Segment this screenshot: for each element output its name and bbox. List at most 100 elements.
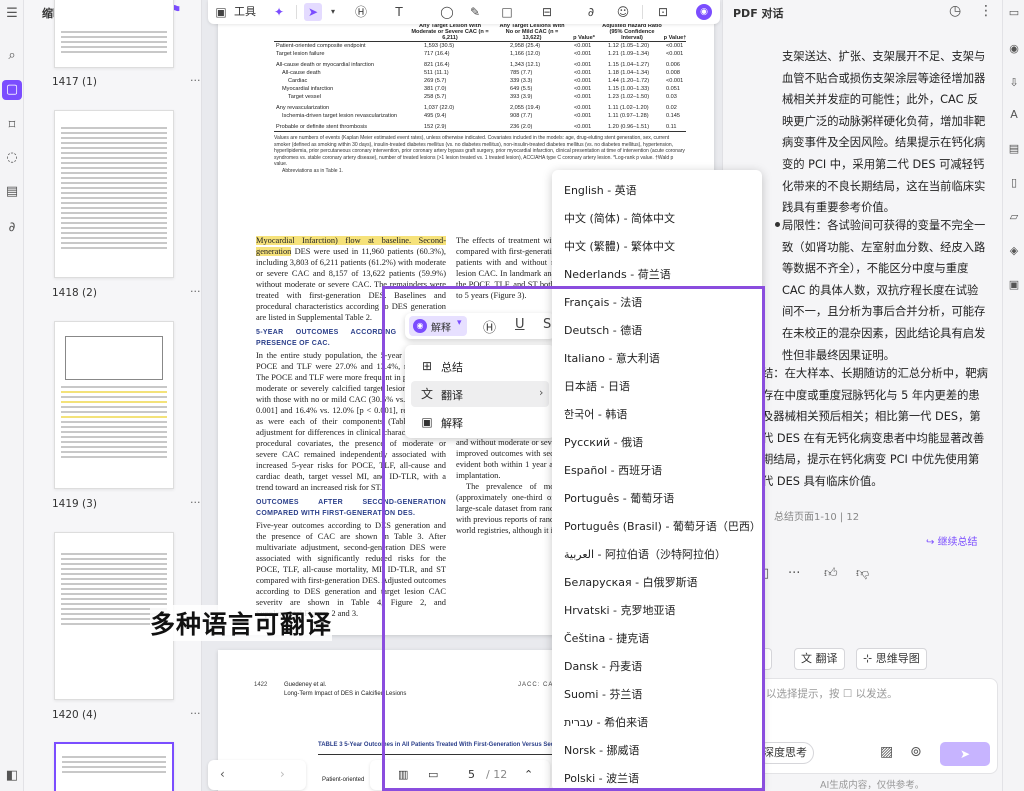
attach-icon[interactable]: ∂ (582, 3, 600, 21)
language-option[interactable]: العربية - 阿拉伯语（沙特阿拉伯） (564, 541, 726, 569)
conclusion-line: 结：在大样本、长期随访的汇总分析中，靶病 (762, 367, 988, 380)
language-option[interactable]: עברית - 希伯来语 (564, 709, 648, 737)
translate-action-button[interactable]: 文 翻译 (794, 648, 845, 670)
language-option[interactable]: Беларуская - 白俄罗斯语 (564, 569, 698, 597)
present-icon[interactable]: ▭ (428, 768, 438, 781)
shape-icon[interactable]: □ (498, 3, 516, 21)
thumbs-down-icon[interactable]: 👎︎ (856, 566, 869, 581)
text-tool-icon[interactable]: A (1007, 108, 1021, 122)
document-icon[interactable]: ▤ (1007, 142, 1021, 156)
protect-icon[interactable]: ◈ (1007, 244, 1021, 258)
menu-item-explain[interactable]: ▣ 解释 (411, 409, 549, 435)
sticker-icon[interactable]: ☺ (614, 3, 632, 21)
search-icon[interactable]: ⌕ (4, 48, 20, 64)
language-option[interactable]: Italiano - 意大利语 (564, 345, 660, 373)
send-button[interactable]: ➤ (940, 742, 990, 766)
page-number-input[interactable]: 5 (468, 768, 475, 781)
language-option[interactable]: 中文 (繁體) - 繁体中文 (564, 233, 675, 261)
more-icon[interactable]: ··· (190, 496, 201, 509)
thumbnail-page-5[interactable] (54, 742, 174, 791)
language-option[interactable]: Português (Brasil) - 葡萄牙语（巴西） (564, 513, 761, 541)
conclusion-line: 存在中度或重度冠脉钙化与 5 年内更差的患 (762, 388, 980, 402)
cell: 1.11 (1.02–1.20) (608, 105, 649, 111)
next-icon[interactable]: › (280, 767, 285, 781)
language-option[interactable]: Русский - 俄语 (564, 429, 643, 457)
more-icon[interactable]: ··· (190, 707, 201, 720)
comment-icon[interactable]: ◌ (4, 150, 20, 166)
menu-item-summary[interactable]: ⊞ 总结 (411, 353, 549, 379)
select-cursor-icon[interactable]: ➤ (304, 3, 322, 21)
button-label: 思维导图 (875, 652, 920, 665)
text-icon[interactable]: T (390, 3, 408, 21)
stamp-icon[interactable]: ⊡ (654, 3, 672, 21)
tools-icon[interactable]: ▣ (212, 3, 230, 21)
language-option[interactable]: Português - 葡萄牙语 (564, 485, 674, 513)
ai-icon[interactable]: ◉ (1007, 42, 1021, 56)
prev-icon[interactable]: ‹ (220, 767, 225, 781)
tools-label[interactable]: 工具 (234, 3, 256, 21)
chevron-down-icon[interactable]: ▾ (324, 3, 342, 21)
language-option[interactable]: Hrvatski - 克罗地亚语 (564, 597, 675, 625)
thumbnail-page-2[interactable] (54, 110, 174, 278)
chevron-up-icon[interactable]: ⌃ (524, 768, 533, 781)
language-option[interactable]: Polski - 波兰语 (564, 765, 639, 791)
menu-icon[interactable]: ☰ (4, 6, 20, 22)
measure-icon[interactable]: ⊟ (538, 3, 556, 21)
deep-think-button[interactable]: 深度思考 (756, 742, 814, 764)
view-icon[interactable]: ▥ (398, 768, 408, 781)
underline-icon[interactable]: U (515, 317, 525, 332)
export-icon[interactable]: ⇩ (1007, 76, 1021, 90)
thumbs-up-icon[interactable]: 👍︎ (824, 566, 838, 581)
language-dropdown: English - 英语 中文 (简体) - 简体中文 中文 (繁體) - 繁体中文… (552, 170, 762, 791)
button-label: 翻译 (815, 652, 838, 665)
strikethrough-icon[interactable]: S (543, 317, 551, 332)
sparkle-icon[interactable]: ✦ (270, 3, 288, 21)
language-option[interactable]: Suomi - 芬兰语 (564, 681, 642, 709)
panel-toggle-icon[interactable]: ▭ (1007, 6, 1021, 20)
menu-item-translate[interactable]: 文 翻译 › (411, 381, 549, 407)
more-icon[interactable]: ··· (788, 566, 800, 581)
more-icon[interactable]: ··· (190, 74, 201, 87)
layers-icon[interactable]: ◧ (4, 768, 20, 784)
language-option[interactable]: Norsk - 挪威语 (564, 737, 640, 765)
language-option[interactable]: Nederlands - 荷兰语 (564, 261, 671, 289)
history-icon[interactable]: ◷ (949, 3, 961, 19)
language-option[interactable]: 한국어 - 韩语 (564, 401, 627, 429)
table-footnote: Values are numbers of events (Kaplan Mei… (274, 131, 686, 174)
highlight-icon[interactable]: Ⓗ (483, 317, 496, 336)
col-header: p Value† (663, 35, 687, 41)
language-option[interactable]: Čeština - 捷克语 (564, 625, 649, 653)
highlight-icon[interactable]: Ⓗ (352, 3, 370, 21)
ai-explain-button[interactable]: ◉ 解释 ▾ (409, 316, 467, 336)
language-option[interactable]: Español - 西班牙语 (564, 457, 662, 485)
language-option[interactable]: Deutsch - 德语 (564, 317, 642, 345)
limitations-line: 局限性：各试验间可获得的变量不完全一 (782, 219, 986, 232)
language-option[interactable]: 中文 (简体) - 简体中文 (564, 205, 675, 233)
continue-summary-link[interactable]: ↪ 继续总结 (926, 533, 978, 548)
page-total: / 12 (486, 768, 508, 781)
image-icon[interactable]: ▨ (880, 744, 893, 760)
bookmark-icon[interactable]: ⌑ (4, 118, 20, 134)
language-option[interactable]: Français - 法语 (564, 289, 642, 317)
page-icon[interactable]: ▯ (1007, 176, 1021, 190)
col-header: p Value* (573, 35, 595, 41)
language-option[interactable]: 日本語 - 日语 (564, 373, 630, 401)
folder-icon[interactable]: ▱ (1007, 210, 1021, 224)
copy-icon[interactable]: ▯ (762, 566, 769, 581)
save-icon[interactable]: ▣ (1007, 278, 1021, 292)
language-option[interactable]: Dansk - 丹麦语 (564, 653, 642, 681)
ai-assistant-icon[interactable]: ◉ (696, 4, 712, 20)
comment-icon[interactable]: ◯ (438, 3, 456, 21)
pen-icon[interactable]: ✎ (466, 3, 484, 21)
attachment-icon[interactable]: ∂ (4, 220, 20, 236)
mindmap-action-button[interactable]: ⊹ 思维导图 (856, 648, 927, 670)
thumbnails-icon[interactable]: ▢ (2, 80, 22, 100)
more-icon[interactable]: ⋮ (979, 3, 993, 19)
language-option[interactable]: English - 英语 (564, 177, 637, 205)
file-icon[interactable]: ▤ (4, 184, 20, 200)
screenshot-icon[interactable]: ⊚ (910, 744, 922, 760)
thumbnail-page-3[interactable] (54, 321, 174, 489)
more-icon[interactable]: ··· (190, 285, 201, 298)
thumbnail-page-1[interactable] (54, 0, 174, 68)
conclusion-line: 代 DES 在有无钙化病变患者中均能显著改善 (762, 431, 985, 445)
